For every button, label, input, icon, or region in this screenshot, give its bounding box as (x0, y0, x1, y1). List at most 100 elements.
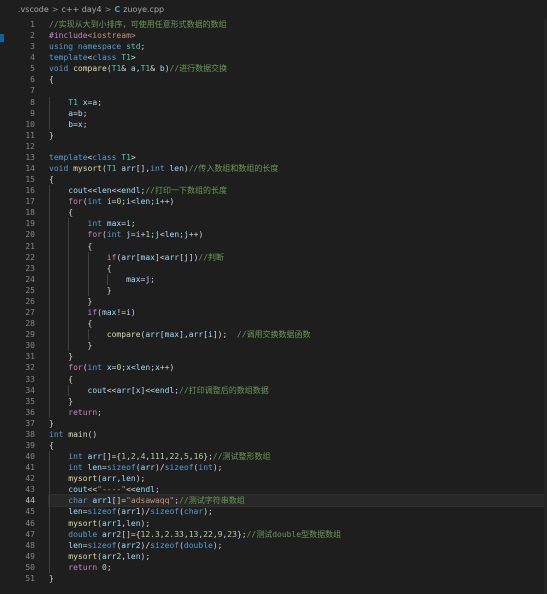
code-token: int (87, 219, 107, 229)
code-token: []={ (121, 529, 141, 539)
line-number: 23 (25, 263, 35, 273)
code-line[interactable]: } (49, 284, 547, 296)
code-line[interactable]: #include<iostream> (49, 30, 547, 41)
code-line[interactable]: max=j; (49, 273, 547, 285)
code-line[interactable]: a=b; (49, 107, 547, 119)
code-line[interactable]: cout<<arr[x]<<endl;//打印调整后的数组数据 (49, 384, 547, 396)
code-token: []={ (101, 452, 122, 462)
code-token: []= (111, 496, 127, 506)
code-line[interactable]: } (49, 395, 547, 407)
code-line[interactable]: } (49, 340, 547, 352)
code-line[interactable]: cout<<"----"<<endl; (49, 484, 547, 496)
code-line[interactable]: { (49, 207, 547, 219)
code-line[interactable]: { (49, 74, 547, 85)
code-token: sizeof (106, 463, 136, 473)
code-token: using namespace (49, 42, 127, 52)
code-token: ); (135, 474, 146, 484)
code-token: T1 (106, 164, 122, 174)
code-token: //调用交换数据函数 (236, 330, 311, 340)
code-token: arr2 (121, 540, 141, 550)
code-line[interactable]: return 0; (49, 561, 547, 573)
code-line[interactable]: } (49, 573, 547, 584)
breadcrumb-item-folder[interactable]: c++ day4 (61, 5, 101, 14)
code-token: template (49, 53, 88, 63)
code-line[interactable]: mysort(arr,len); (49, 473, 547, 485)
indent-guide (49, 517, 50, 529)
code-line[interactable]: { (49, 174, 547, 185)
indent-guide (68, 251, 70, 263)
breadcrumb-item-vscode[interactable]: .vscode (18, 5, 49, 14)
code-line[interactable]: } (49, 418, 547, 429)
code-token: arr1 (102, 518, 122, 528)
indent-guide (49, 96, 50, 108)
code-line[interactable]: { (49, 373, 547, 385)
code-line[interactable]: int arr[]={1,2,4,111,22,5,16};//测试整形数组 (49, 451, 547, 463)
indent-guide (49, 185, 50, 197)
code-line[interactable]: void compare(T1& a,T1& b)//进行数据交换 (49, 63, 547, 74)
code-line[interactable]: { (49, 440, 547, 451)
code-line[interactable]: using namespace std; (49, 41, 547, 52)
line-number: 15 (25, 175, 35, 185)
code-line[interactable]: } (49, 351, 547, 363)
code-token: int (68, 463, 88, 473)
indent-guide (49, 506, 50, 518)
code-line[interactable]: //实现从大到小排序，可使用任意形式数据的数组 (49, 19, 547, 30)
code-line[interactable]: char arr1[]="adsawaqq";//测试字符串数组 (48, 494, 547, 508)
code-line[interactable]: cout<<len<<endl;//打印一下数组的长度 (49, 185, 547, 197)
code-line[interactable]: if(arr[max]<arr[j])//判断 (49, 251, 547, 263)
code-line[interactable] (49, 141, 547, 152)
code-token: ]) (188, 252, 199, 262)
code-line[interactable]: mysort(arr2,len); (49, 550, 547, 562)
code-line[interactable]: double arr2[]={12.3,2.33,13,22,9,23};//测… (49, 528, 547, 540)
indent-guide (49, 395, 50, 407)
breadcrumb-item-file[interactable]: zuoye.cpp (123, 5, 164, 14)
code-line[interactable]: template<class T1> (49, 52, 547, 63)
indent-guide (68, 329, 70, 341)
code-token: //判断 (198, 252, 225, 262)
code-line[interactable]: mysort(arr1,len); (49, 517, 547, 529)
code-line[interactable]: int len=sizeof(arr)/sizeof(int); (49, 462, 547, 474)
code-line[interactable] (49, 85, 547, 96)
code-line[interactable]: { (49, 240, 547, 252)
code-token: //测试字符串数组 (179, 496, 245, 506)
line-number: 2 (30, 31, 35, 41)
code-token: main (68, 429, 88, 439)
code-line[interactable]: len=sizeof(arr1)/sizeof(char); (49, 506, 547, 518)
code-line[interactable]: for(int x=0;x<len;x++) (49, 362, 547, 374)
code-line[interactable]: T1 x=a; (49, 96, 547, 108)
code-token: { (49, 374, 74, 384)
code-token: len (126, 518, 141, 528)
code-line[interactable]: return; (49, 406, 547, 418)
code-token: mysort (68, 474, 98, 484)
code-line[interactable]: void mysort(T1 arr[],int len)//传入数组和数组的长… (49, 163, 547, 174)
code-line[interactable]: int main() (49, 429, 547, 440)
indent-guide (49, 373, 50, 385)
code-token: len (68, 507, 83, 517)
code-token: len (121, 474, 136, 484)
code-token: for (68, 363, 83, 373)
code-line[interactable]: } (49, 295, 547, 308)
indent-guide (49, 295, 50, 308)
code-line[interactable]: if(max!=i) (49, 307, 547, 319)
code-line[interactable]: b=x; (49, 118, 547, 130)
code-line[interactable]: { (49, 318, 547, 330)
indent-guide (49, 451, 50, 463)
indent-guide (49, 473, 50, 485)
code-editor[interactable]: //实现从大到小排序，可使用任意形式数据的数组 #include<iostream… (48, 19, 547, 584)
line-number: 39 (25, 440, 35, 450)
code-line[interactable]: template<class T1> (49, 152, 547, 163)
code-line[interactable]: for(int j=i+1;j<len;j++) (49, 229, 547, 241)
code-line[interactable]: } (49, 130, 547, 141)
line-number: 34 (25, 385, 35, 395)
code-line[interactable]: { (49, 262, 547, 274)
code-line[interactable]: compare(arr[max],arr[i]); //调用交换数据函数 (49, 329, 547, 341)
code-line[interactable]: int max=i; (49, 218, 547, 230)
code-token: arr (140, 463, 155, 473)
line-number: 24 (25, 274, 35, 284)
code-line[interactable]: for(int i=0;i<len;i++) (49, 196, 547, 208)
code-token: max (106, 219, 122, 229)
line-number: 31 (25, 352, 35, 362)
code-line[interactable]: len=sizeof(arr2)/sizeof(double); (49, 539, 547, 551)
